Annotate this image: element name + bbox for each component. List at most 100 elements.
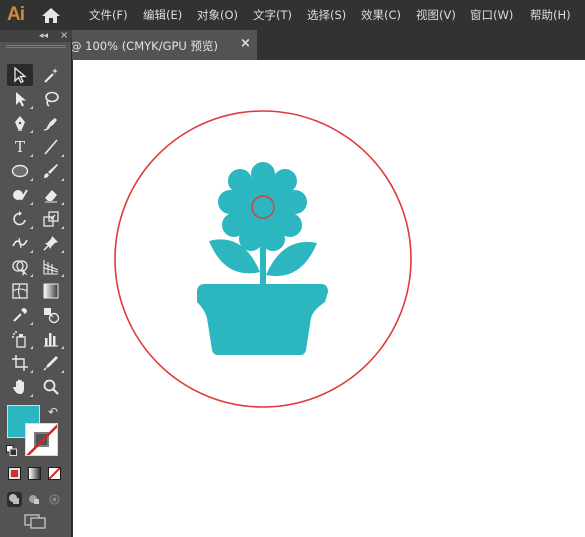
home-icon[interactable] bbox=[41, 7, 61, 24]
menu-select[interactable]: 选择(S) bbox=[307, 7, 346, 23]
perspective-grid-tool[interactable] bbox=[38, 256, 64, 278]
tool-menu-indicator bbox=[30, 274, 33, 277]
line-segment-tool[interactable] bbox=[38, 136, 64, 158]
draw-normal-button[interactable] bbox=[7, 492, 22, 507]
menu-file[interactable]: 文件(F) bbox=[89, 7, 128, 23]
menu-help[interactable]: 帮助(H) bbox=[530, 7, 571, 23]
slice-tool[interactable] bbox=[38, 352, 64, 374]
app-logo: Ai bbox=[7, 4, 25, 25]
zoom-tool[interactable] bbox=[38, 376, 64, 398]
tool-menu-indicator bbox=[30, 322, 33, 325]
ellipse-icon bbox=[11, 164, 29, 178]
tool-menu-indicator bbox=[61, 346, 64, 349]
menu-bar: Ai 文件(F) 编辑(E) 对象(O) 文字(T) 选择(S) 效果(C) 视… bbox=[0, 0, 585, 30]
type-icon: T bbox=[14, 138, 25, 156]
menu-effect[interactable]: 效果(C) bbox=[361, 7, 401, 23]
width-tool[interactable] bbox=[7, 232, 33, 254]
shape-builder-tool[interactable] bbox=[7, 256, 33, 278]
swap-fill-stroke-icon[interactable]: ↶ bbox=[48, 405, 58, 419]
knife-icon bbox=[43, 356, 58, 371]
selection-arrow-icon bbox=[14, 66, 27, 84]
tool-menu-indicator bbox=[30, 226, 33, 229]
paintbrush-icon bbox=[44, 164, 58, 178]
default-colors-icon[interactable] bbox=[6, 445, 17, 456]
magic-wand-icon bbox=[44, 68, 58, 83]
artboard-canvas[interactable] bbox=[73, 60, 585, 537]
document-tab-label: @ 100% (CMYK/GPU 预览) bbox=[70, 39, 218, 53]
eyedropper-tool[interactable] bbox=[7, 304, 33, 326]
eyedropper-icon bbox=[13, 308, 27, 322]
tool-menu-indicator bbox=[30, 250, 33, 253]
tool-menu-indicator bbox=[61, 154, 64, 157]
draw-behind-button[interactable] bbox=[27, 492, 42, 507]
direct-selection-tool[interactable] bbox=[7, 88, 33, 110]
none-mode-button[interactable] bbox=[48, 467, 61, 480]
rotate-tool[interactable] bbox=[7, 208, 33, 230]
menu-view[interactable]: 视图(V) bbox=[416, 7, 456, 23]
tool-menu-indicator bbox=[30, 370, 33, 373]
artboard-tool[interactable] bbox=[7, 352, 33, 374]
eraser-icon bbox=[45, 190, 57, 203]
curvature-tool[interactable] bbox=[38, 112, 64, 134]
curvature-pen-icon bbox=[43, 118, 57, 131]
tool-menu-indicator bbox=[61, 226, 64, 229]
ellipse-tool[interactable] bbox=[7, 160, 33, 182]
tool-menu-indicator bbox=[30, 202, 33, 205]
menu-edit[interactable]: 编辑(E) bbox=[143, 7, 182, 23]
shaper-tool[interactable] bbox=[7, 184, 33, 206]
flower-stem[interactable] bbox=[260, 232, 266, 287]
hand-icon bbox=[13, 379, 24, 394]
menu-type[interactable]: 文字(T) bbox=[253, 7, 292, 23]
panel-close-icon[interactable]: × bbox=[60, 30, 68, 42]
color-mode-button[interactable] bbox=[8, 467, 21, 480]
lasso-icon bbox=[45, 91, 59, 107]
type-tool[interactable]: T bbox=[7, 136, 33, 158]
scale-icon bbox=[43, 211, 59, 227]
symbol-sprayer-tool[interactable] bbox=[7, 328, 33, 350]
scale-tool[interactable] bbox=[38, 208, 64, 230]
menu-window[interactable]: 窗口(W) bbox=[470, 7, 513, 23]
document-tab[interactable]: @ 100% (CMYK/GPU 预览) × bbox=[70, 30, 257, 60]
paintbrush-tool[interactable] bbox=[38, 160, 64, 182]
artwork bbox=[114, 110, 412, 408]
pen-tool[interactable] bbox=[7, 112, 33, 134]
tool-menu-indicator bbox=[30, 394, 33, 397]
lasso-tool[interactable] bbox=[38, 88, 64, 110]
selection-tool[interactable] bbox=[7, 64, 33, 86]
mesh-tool[interactable] bbox=[7, 280, 33, 302]
collapse-icon[interactable]: ◂◂ bbox=[39, 30, 48, 42]
shape-builder-icon bbox=[12, 260, 28, 276]
puppet-warp-tool[interactable] bbox=[38, 232, 64, 254]
tools-panel-header[interactable]: ◂◂ × bbox=[0, 30, 72, 42]
tool-menu-indicator bbox=[30, 154, 33, 157]
rotate-icon bbox=[13, 211, 26, 226]
bar-graph-icon bbox=[44, 333, 58, 347]
line-icon bbox=[44, 139, 58, 155]
column-graph-tool[interactable] bbox=[38, 328, 64, 350]
menu-object[interactable]: 对象(O) bbox=[197, 7, 238, 23]
gradient-tool[interactable] bbox=[38, 280, 64, 302]
direct-selection-icon bbox=[16, 92, 26, 107]
gradient-mode-button[interactable] bbox=[28, 467, 41, 480]
tools-panel: ◂◂ × T ↶ bbox=[0, 30, 72, 537]
stroke-swatch[interactable] bbox=[25, 423, 58, 456]
close-icon[interactable]: × bbox=[240, 36, 251, 51]
tool-menu-indicator bbox=[30, 130, 33, 133]
screen-mode-icon[interactable] bbox=[24, 514, 46, 529]
artboard-icon bbox=[12, 355, 28, 371]
blend-tool[interactable] bbox=[38, 304, 64, 326]
panel-grip[interactable] bbox=[6, 45, 66, 48]
flower-pot[interactable] bbox=[197, 284, 328, 355]
gradient-icon bbox=[43, 283, 59, 299]
hand-tool[interactable] bbox=[7, 376, 33, 398]
eraser-tool[interactable] bbox=[38, 184, 64, 206]
draw-inside-button[interactable] bbox=[47, 492, 62, 507]
flower-center[interactable] bbox=[251, 195, 275, 219]
perspective-grid-icon bbox=[43, 260, 59, 275]
magic-wand-tool[interactable] bbox=[38, 64, 64, 86]
pushpin-icon bbox=[43, 236, 58, 251]
tool-menu-indicator bbox=[30, 346, 33, 349]
blend-icon bbox=[44, 308, 60, 324]
tool-menu-indicator bbox=[61, 178, 64, 181]
tool-menu-indicator bbox=[30, 106, 33, 109]
